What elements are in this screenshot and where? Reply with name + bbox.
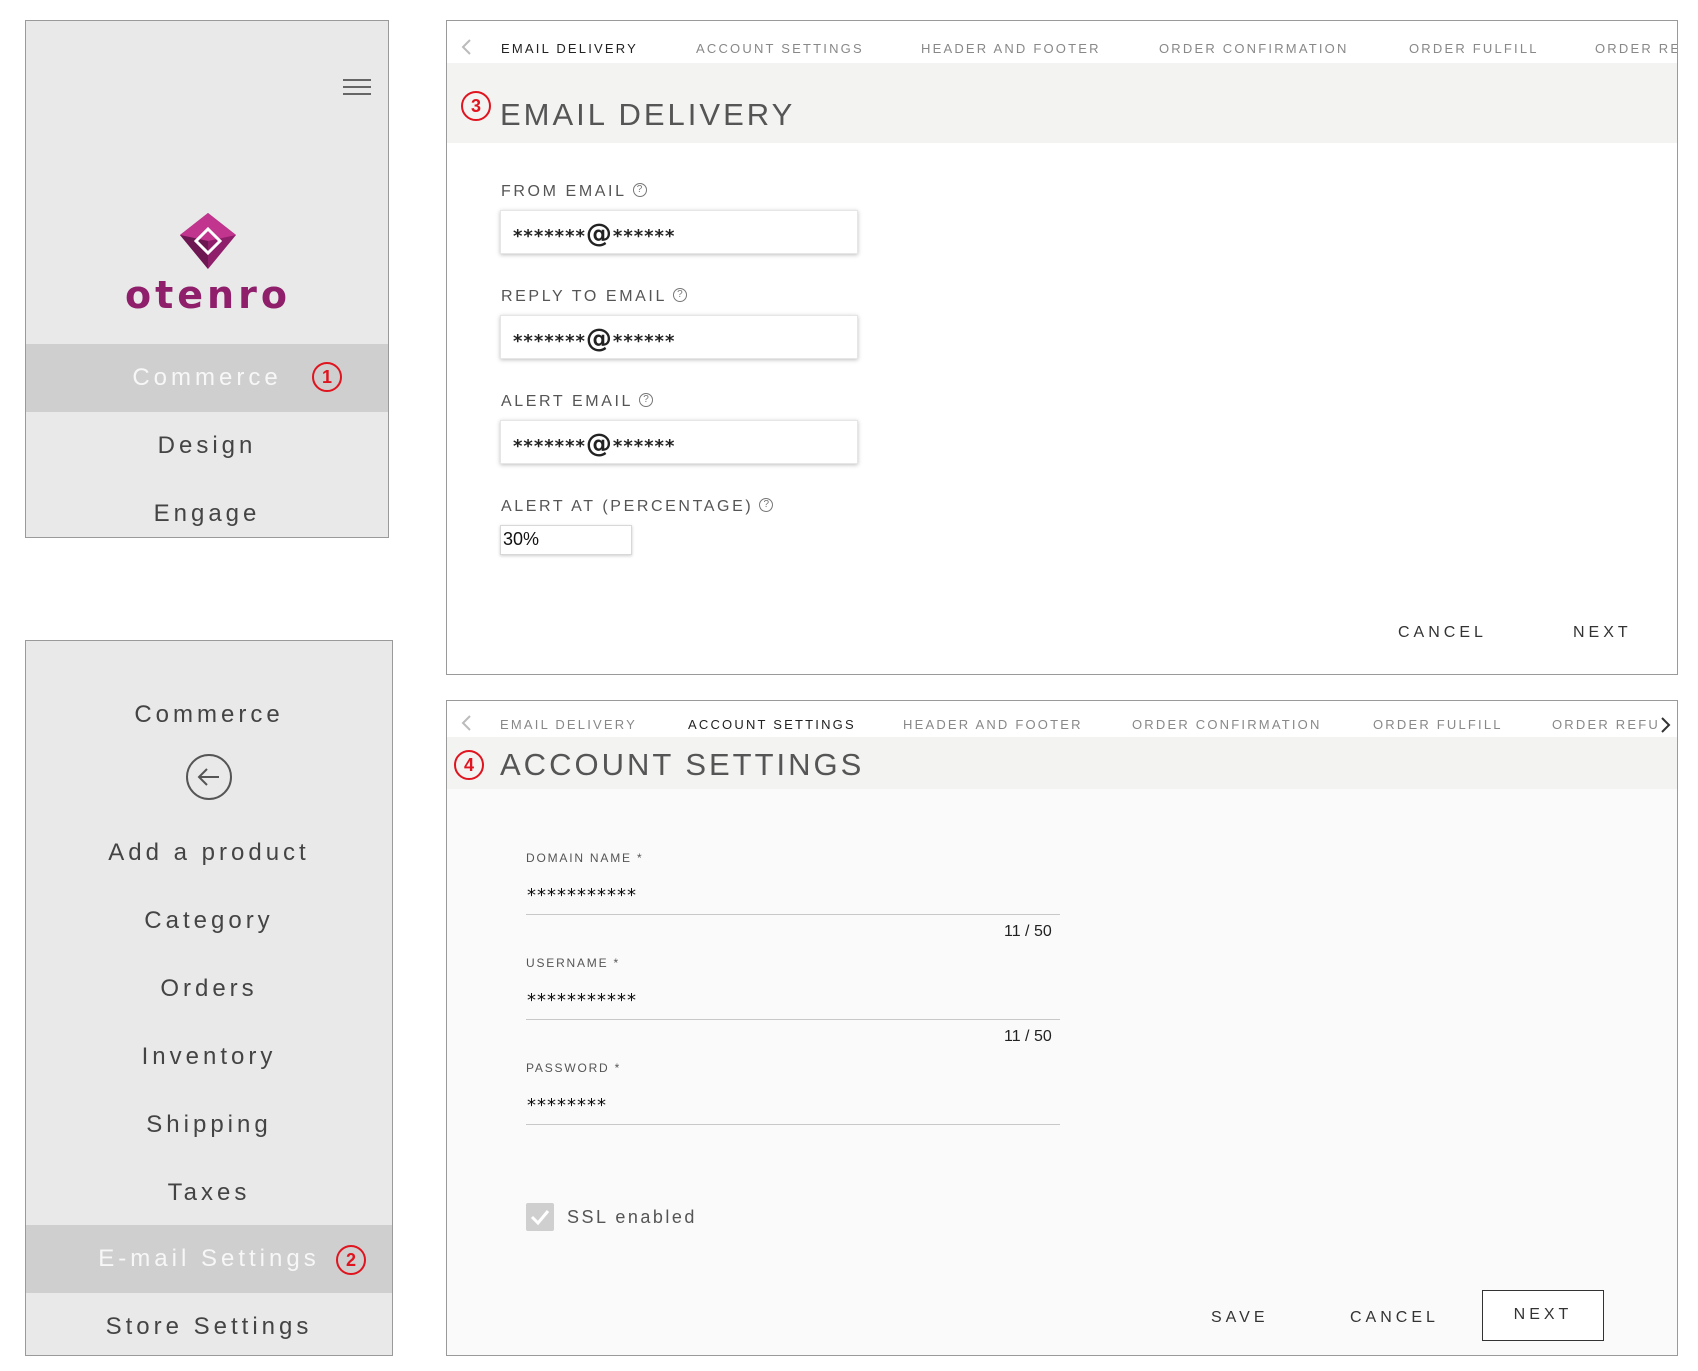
annotation-marker: 4 (454, 750, 484, 780)
tab-order-confirmation[interactable]: ORDER CONFIRMATION (1159, 41, 1349, 56)
annotation-marker: 1 (312, 362, 342, 392)
sidebar-item-inventory[interactable]: Inventory (26, 1023, 392, 1091)
save-button[interactable]: SAVE (1211, 1309, 1269, 1327)
help-icon[interactable]: ? (672, 287, 687, 302)
ssl-checkbox[interactable] (526, 1203, 554, 1231)
title-band: 4 ACCOUNT SETTINGS (447, 737, 1677, 789)
reply-to-email-field[interactable]: *******@****** (500, 315, 858, 359)
commerce-sidebar: Commerce Add a product Category Orders I… (25, 640, 393, 1356)
hamburger-icon[interactable] (341, 73, 371, 103)
sidebar-item-label: Shipping (146, 1111, 272, 1138)
cancel-button[interactable]: CANCEL (1350, 1309, 1439, 1327)
tab-header-footer[interactable]: HEADER AND FOOTER (903, 717, 1083, 732)
back-arrow-icon[interactable] (186, 754, 232, 800)
alert-at-label: ALERT AT (PERCENTAGE)? (501, 497, 774, 516)
sidebar-item-design[interactable]: Design (26, 412, 388, 480)
sidebar-item-label: Store Settings (105, 1313, 313, 1340)
sidebar-item-label: Commerce (132, 364, 282, 391)
sidebar-item-category[interactable]: Category (26, 887, 392, 955)
alert-percentage-field[interactable]: 30% (500, 525, 632, 555)
divider (526, 1124, 1060, 1125)
logo-text: otenro (125, 273, 291, 317)
divider (526, 914, 1060, 915)
account-settings-panel: EMAIL DELIVERY ACCOUNT SETTINGS HEADER A… (446, 700, 1678, 1356)
divider (526, 1019, 1060, 1020)
sidebar-item-label: Inventory (141, 1043, 277, 1070)
tab-header-footer[interactable]: HEADER AND FOOTER (921, 41, 1101, 56)
chevron-left-icon[interactable] (459, 37, 475, 57)
from-email-field[interactable]: *******@****** (500, 210, 858, 254)
main-sidebar: otenro Commerce 1 Design Engage (25, 20, 389, 538)
username-char-counter: 11 / 50 (1004, 1028, 1052, 1045)
alert-email-label: ALERT EMAIL? (501, 392, 654, 411)
sidebar-item-label: Design (157, 432, 257, 459)
cancel-button[interactable]: CANCEL (1398, 624, 1487, 642)
from-email-label: FROM EMAIL? (501, 182, 647, 201)
next-button[interactable]: NEXT (1573, 624, 1632, 642)
alert-email-field[interactable]: *******@****** (500, 420, 858, 464)
next-button[interactable]: NEXT (1482, 1290, 1604, 1341)
sidebar-item-label: Category (144, 907, 274, 934)
email-delivery-panel: EMAIL DELIVERY ACCOUNT SETTINGS HEADER A… (446, 20, 1678, 675)
help-icon[interactable]: ? (639, 392, 654, 407)
domain-name-label: DOMAIN NAME * (526, 851, 644, 865)
username-field[interactable]: *********** (527, 990, 637, 1011)
annotation-marker: 3 (461, 91, 491, 121)
title-band: 3 EMAIL DELIVERY (447, 63, 1677, 143)
tab-order-refund[interactable]: ORDER REFU (1552, 717, 1660, 732)
tab-email-delivery[interactable]: EMAIL DELIVERY (500, 717, 637, 732)
tab-order-fulfill[interactable]: ORDER FULFILL (1409, 41, 1539, 56)
tab-account-settings[interactable]: ACCOUNT SETTINGS (688, 717, 856, 732)
sidebar-item-label: E-mail Settings (98, 1245, 320, 1272)
settings-tabs: EMAIL DELIVERY ACCOUNT SETTINGS HEADER A… (447, 21, 1677, 63)
otenro-logo-icon (180, 213, 236, 269)
logo: otenro (96, 211, 320, 331)
page-title: EMAIL DELIVERY (500, 97, 796, 132)
help-icon[interactable]: ? (759, 497, 774, 512)
annotation-marker: 2 (336, 1245, 366, 1275)
sidebar-item-label: Orders (160, 975, 258, 1002)
reply-to-email-label: REPLY TO EMAIL? (501, 287, 687, 306)
sidebar-item-label: Engage (153, 500, 261, 527)
sidebar-item-engage[interactable]: Engage (26, 480, 388, 537)
domain-char-counter: 11 / 50 (1004, 923, 1052, 940)
chevron-right-icon[interactable] (1657, 715, 1673, 735)
password-field[interactable]: ******** (527, 1095, 607, 1116)
sidebar-item-store-settings[interactable]: Store Settings (26, 1293, 392, 1355)
checkmark-icon (530, 1210, 550, 1226)
chevron-left-icon[interactable] (459, 713, 475, 733)
tab-order-fulfill[interactable]: ORDER FULFILL (1373, 717, 1503, 732)
sidebar-item-label: Add a product (108, 839, 310, 866)
sidebar-item-add-product[interactable]: Add a product (26, 819, 392, 887)
sidebar-header-commerce: Commerce (134, 701, 284, 728)
tab-account-settings[interactable]: ACCOUNT SETTINGS (696, 41, 864, 56)
help-icon[interactable]: ? (632, 182, 647, 197)
domain-name-field[interactable]: *********** (527, 885, 637, 906)
sidebar-item-commerce[interactable]: Commerce 1 (26, 344, 388, 412)
page-title: ACCOUNT SETTINGS (500, 747, 865, 782)
tab-order-confirmation[interactable]: ORDER CONFIRMATION (1132, 717, 1322, 732)
tab-email-delivery[interactable]: EMAIL DELIVERY (501, 41, 638, 56)
ssl-label: SSL enabled (567, 1207, 697, 1227)
sidebar-item-shipping[interactable]: Shipping (26, 1091, 392, 1159)
sidebar-item-email-settings[interactable]: E-mail Settings 2 (26, 1225, 392, 1293)
password-label: PASSWORD * (526, 1061, 622, 1075)
sidebar-item-orders[interactable]: Orders (26, 955, 392, 1023)
sidebar-item-label: Taxes (167, 1179, 251, 1206)
sidebar-item-taxes[interactable]: Taxes (26, 1159, 392, 1227)
tab-order-refund[interactable]: ORDER REI (1595, 41, 1677, 56)
username-label: USERNAME * (526, 956, 621, 970)
